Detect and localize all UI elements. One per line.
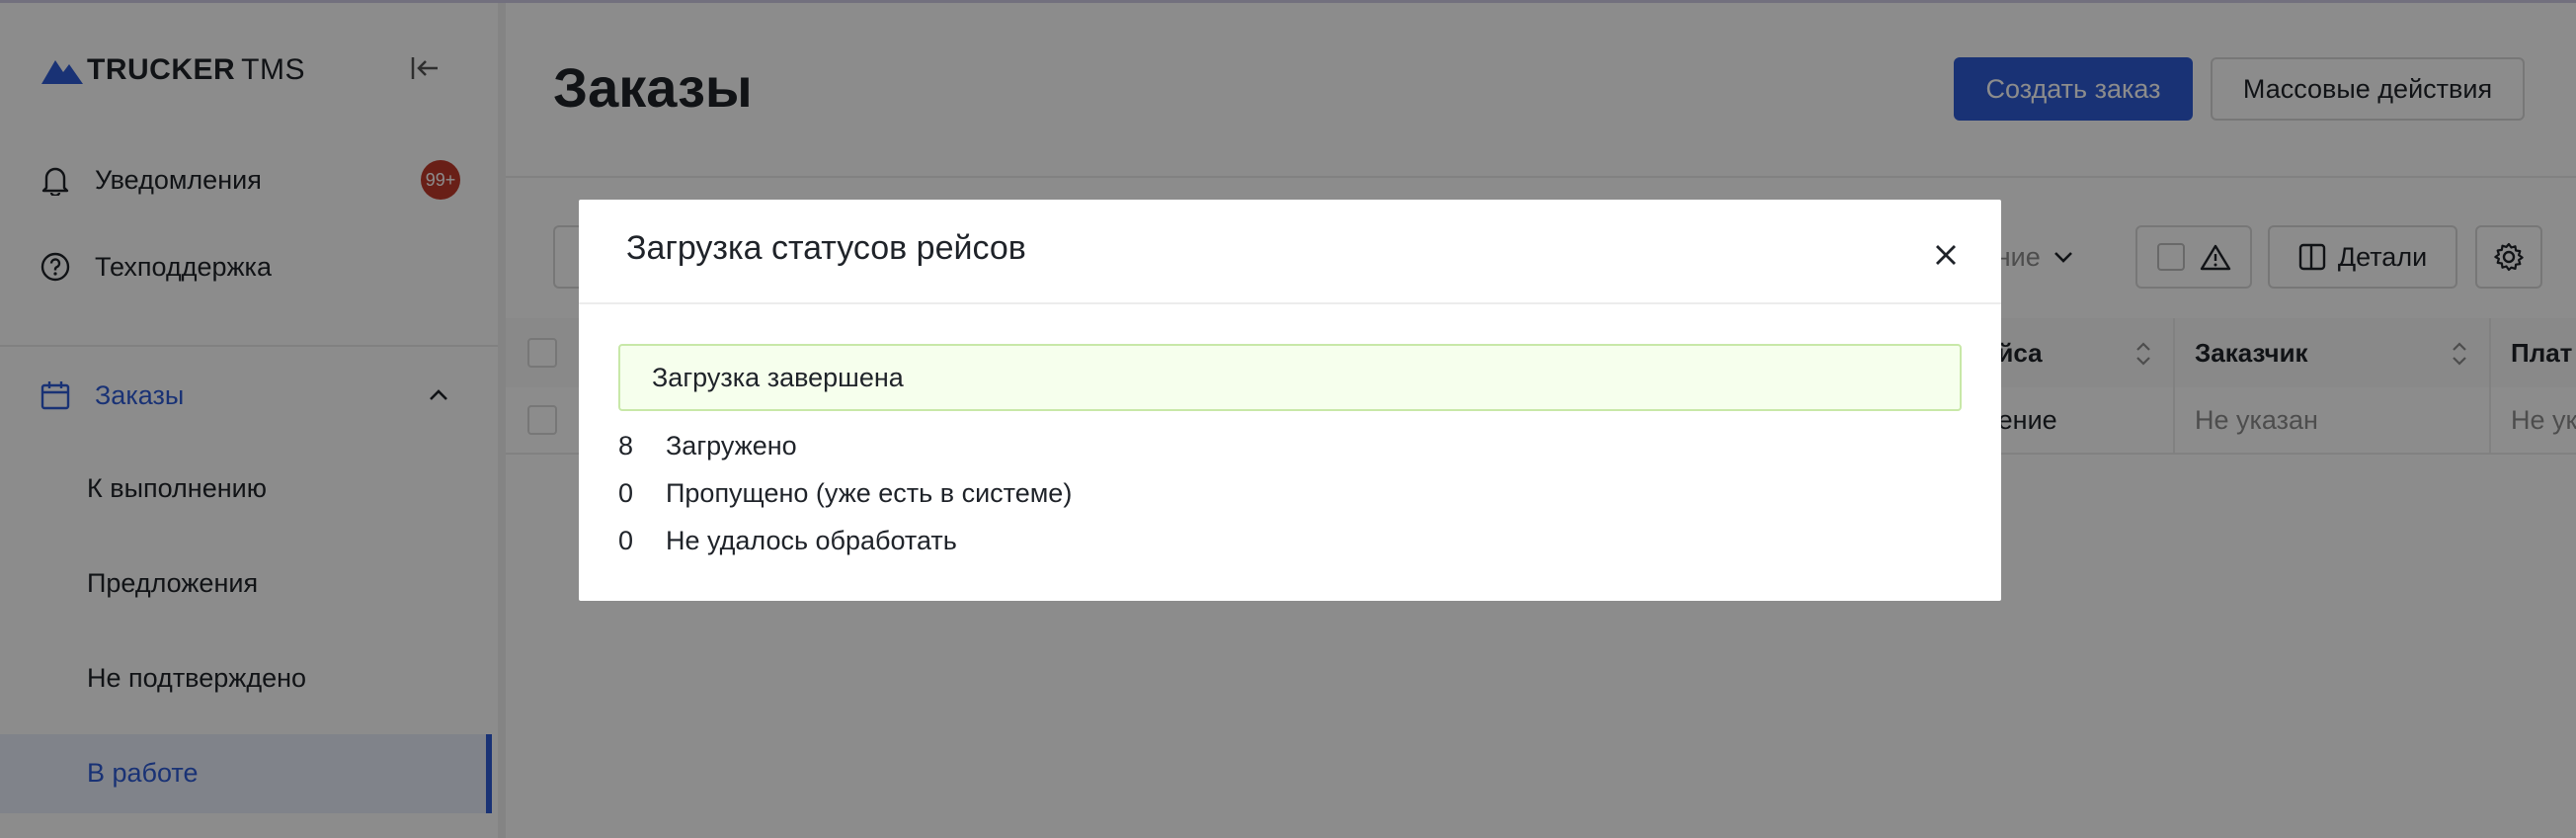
- stat-label: Не удалось обработать: [666, 526, 957, 555]
- modal-divider: [579, 302, 2001, 304]
- success-alert: Загрузка завершена: [618, 344, 1962, 411]
- modal-title: Загрузка статусов рейсов: [626, 229, 1026, 267]
- stat-label: Загружено: [666, 431, 797, 461]
- stat-loaded: 8 Загружено: [618, 431, 797, 461]
- upload-status-modal: Загрузка статусов рейсов Загрузка заверш…: [579, 200, 2001, 601]
- modal-close-button[interactable]: [1926, 235, 1966, 275]
- stat-failed: 0 Не удалось обработать: [618, 526, 957, 556]
- stat-skipped: 0 Пропущено (уже есть в системе): [618, 478, 1072, 509]
- close-icon: [1936, 245, 1956, 265]
- stat-label: Пропущено (уже есть в системе): [666, 478, 1073, 508]
- stat-count: 0: [618, 478, 634, 508]
- stat-count: 8: [618, 431, 634, 461]
- stat-count: 0: [618, 526, 634, 555]
